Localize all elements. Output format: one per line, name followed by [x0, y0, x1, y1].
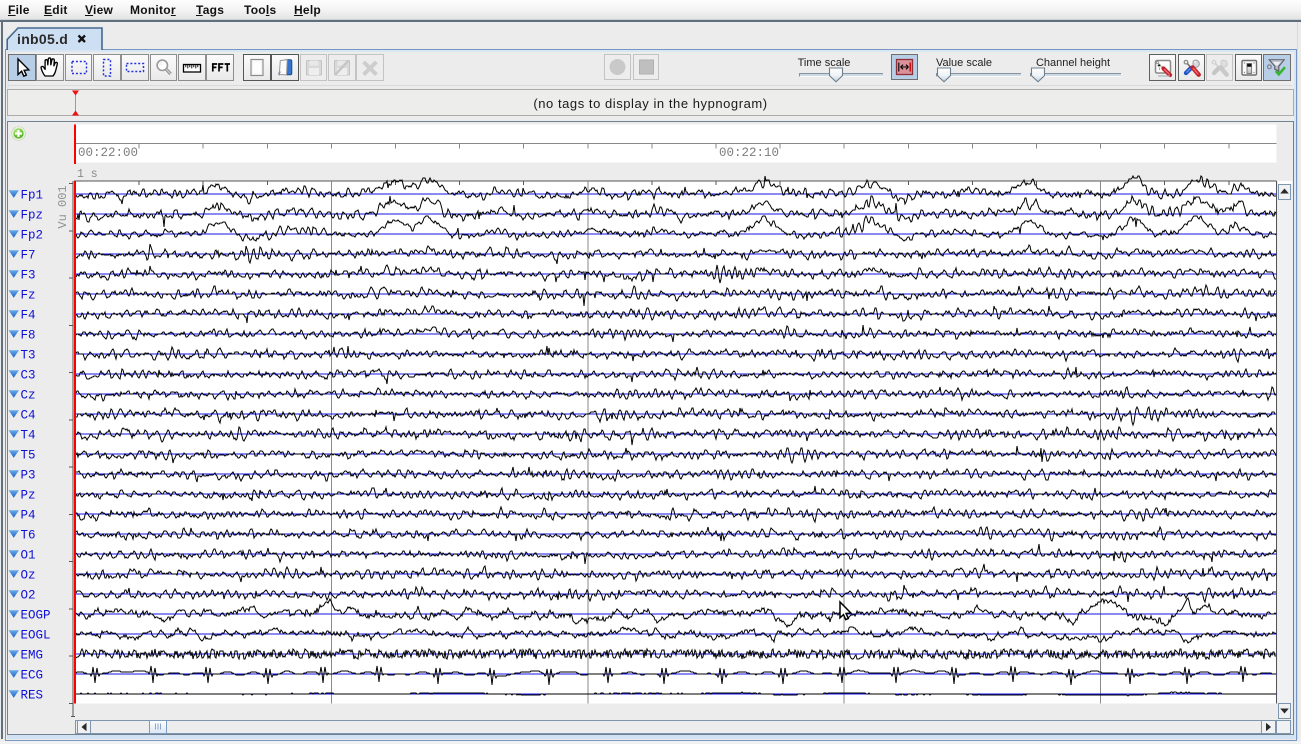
svg-text:ECG: ECG	[21, 669, 44, 683]
svg-text:EOGP: EOGP	[21, 609, 51, 623]
svg-text:T6: T6	[21, 529, 36, 543]
svg-text:Fpz: Fpz	[21, 209, 44, 223]
svg-text:O1: O1	[21, 549, 36, 563]
svg-text:EMG: EMG	[21, 649, 44, 663]
svg-text:T5: T5	[21, 449, 36, 463]
svg-text:00:22:00: 00:22:00	[78, 146, 138, 160]
svg-text:RES: RES	[21, 689, 44, 703]
svg-text:Pz: Pz	[21, 489, 36, 503]
svg-text:Fz: Fz	[21, 289, 36, 303]
svg-text:P4: P4	[21, 509, 36, 523]
svg-text:00:22:10: 00:22:10	[719, 146, 779, 160]
svg-text:F8: F8	[21, 329, 36, 343]
svg-text:T4: T4	[21, 429, 36, 443]
svg-text:C4: C4	[21, 409, 36, 423]
svg-text:P3: P3	[21, 469, 36, 483]
svg-text:O2: O2	[21, 589, 36, 603]
svg-text:F3: F3	[21, 269, 36, 283]
svg-text:F4: F4	[21, 309, 36, 323]
svg-text:1 s: 1 s	[77, 168, 98, 181]
svg-text:Oz: Oz	[21, 569, 36, 583]
svg-text:Fp1: Fp1	[21, 189, 44, 203]
svg-text:C3: C3	[21, 369, 36, 383]
svg-text:F7: F7	[21, 249, 36, 263]
svg-text:T3: T3	[21, 349, 36, 363]
svg-text:EOGL: EOGL	[21, 629, 51, 643]
svg-text:Fp2: Fp2	[21, 229, 44, 243]
svg-text:Cz: Cz	[21, 389, 36, 403]
svg-text:Vu 001: Vu 001	[56, 185, 70, 228]
